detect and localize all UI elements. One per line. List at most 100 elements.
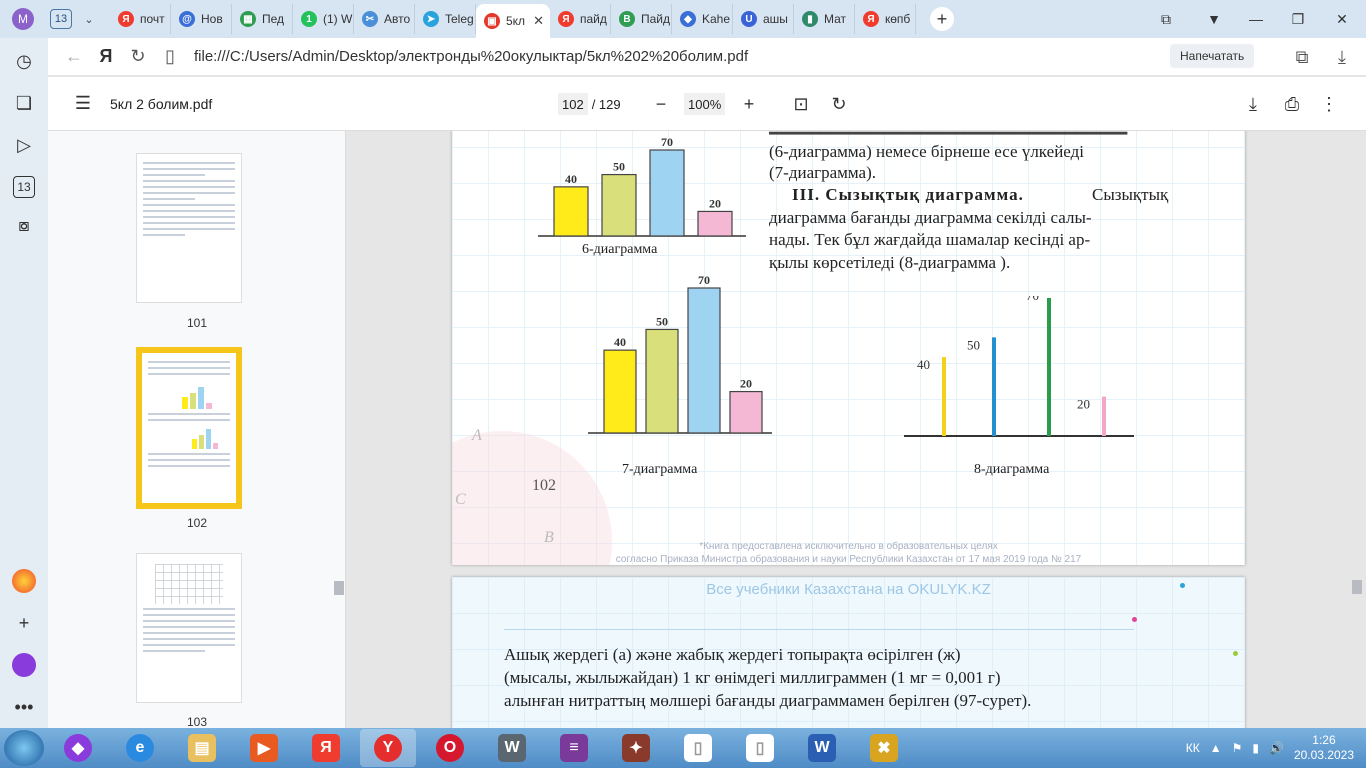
browser-tab[interactable]: ▦ Пед [232, 4, 293, 34]
browser-tab[interactable]: ➤ Teleg [415, 4, 476, 34]
flag-icon[interactable]: ⚑ [1232, 741, 1243, 755]
chevron-down-icon[interactable]: ⌄ [78, 8, 100, 30]
browser-tab[interactable]: ▣ 5кл ✕ [476, 4, 550, 38]
taskbar-explorer[interactable]: ▤ [174, 729, 230, 767]
taskbar-document-2[interactable]: ▯ [732, 729, 788, 767]
thumbnail-page-103[interactable] [136, 553, 242, 703]
browser-tab[interactable]: ✂ Авто [354, 4, 415, 34]
page-indicator: 102 / 129 [558, 93, 621, 115]
collections-icon[interactable]: ⧉ [1146, 0, 1186, 38]
page-number-input[interactable]: 102 [558, 93, 588, 115]
close-window-icon[interactable]: ✕ [1322, 0, 1362, 38]
clock-time[interactable]: 1:26 [1312, 733, 1335, 748]
new-tab-button[interactable]: + [930, 7, 954, 31]
chart-bar [729, 390, 763, 434]
chart-bar [601, 173, 637, 237]
yandex-logo-icon[interactable]: Я [90, 41, 122, 73]
taskbar-ie[interactable]: e [112, 729, 168, 767]
u-icon: U [741, 11, 757, 27]
taskbar-game[interactable]: ✖ [856, 729, 912, 767]
rotate-icon[interactable]: ↻ [824, 89, 854, 119]
browser-tab[interactable]: Якөпб [855, 4, 916, 34]
taskbar-yandex[interactable]: Я [298, 729, 354, 767]
data-label: 20 [1077, 397, 1090, 412]
taskbar-alice[interactable]: ◆ [50, 729, 106, 767]
data-label: 20 [740, 377, 752, 391]
start-button[interactable] [4, 730, 44, 766]
taskbar-opera[interactable]: O [422, 729, 478, 767]
zoom-level[interactable]: 100% [684, 93, 726, 115]
taskbar-winrar[interactable]: ≡ [546, 729, 602, 767]
page-number: 102 [532, 477, 556, 494]
downloads-icon[interactable]: ▼ [1194, 0, 1234, 38]
browser-tab[interactable]: 1 (1) W [293, 4, 354, 34]
chart-bar [553, 186, 589, 237]
close-tab-icon[interactable]: ✕ [533, 13, 544, 29]
document-scrollbar[interactable] [1352, 580, 1362, 594]
browser-tab[interactable]: B Пайд [611, 4, 672, 34]
system-tray: КК ▲ ⚑ ▮ 🔊 1:26 20.03.2023 [1186, 728, 1366, 768]
browser-tab[interactable]: Япочт [110, 4, 171, 34]
restore-icon[interactable]: ❐ [1278, 0, 1318, 38]
tab-label: Нов [201, 12, 223, 26]
taskbar-yandex-browser[interactable]: Y [360, 729, 416, 767]
menu-icon[interactable]: ☰ [68, 89, 98, 119]
fit-page-icon[interactable]: ⊡ [786, 89, 816, 119]
thumbnail-page-102[interactable] [136, 347, 242, 509]
chart-bar [687, 287, 721, 434]
browser-tab[interactable]: ◆ Kahe [672, 4, 733, 34]
url-field[interactable]: file:///C:/Users/Admin/Desktop/электронд… [194, 48, 748, 65]
browser-tab[interactable]: @ Нов [171, 4, 232, 34]
profile-avatar[interactable]: M [12, 8, 34, 30]
language-indicator[interactable]: КК [1186, 741, 1200, 755]
bookmark-icon[interactable]: ⧉ [1286, 41, 1318, 73]
download-icon[interactable]: ⤓ [1238, 89, 1268, 119]
volume-icon[interactable]: 🔊 [1269, 741, 1284, 755]
data-label: 50 [967, 337, 980, 352]
clock-date[interactable]: 20.03.2023 [1294, 748, 1354, 763]
minimize-icon[interactable]: — [1236, 0, 1276, 38]
show-hidden-icon[interactable]: ▲ [1210, 741, 1222, 755]
text-line: (7-диаграмма). [769, 163, 876, 182]
alice-icon[interactable] [9, 650, 39, 680]
browser-tab[interactable]: Uашы [733, 4, 794, 34]
taskbar-media[interactable]: ▶ [236, 729, 292, 767]
reload-icon[interactable]: ↻ [122, 41, 154, 73]
play-icon[interactable]: ▷ [9, 130, 39, 160]
taskbar-word[interactable]: W [794, 729, 850, 767]
thumbnail-label: 103 [186, 715, 208, 729]
chart-bar [697, 210, 733, 237]
address-bar: ← Я ↻ ▯ file:///C:/Users/Admin/Desktop/э… [48, 38, 1366, 76]
taskbar-wot[interactable]: W [484, 729, 540, 767]
more-options-icon[interactable]: ⋮ [1314, 89, 1344, 119]
bow-icon: ✂ [362, 11, 378, 27]
mail-at-icon: @ [179, 11, 195, 27]
print-button[interactable]: Напечатать [1170, 44, 1255, 68]
more-icon[interactable]: ••• [9, 692, 39, 722]
thumbnail-page-101[interactable] [136, 153, 242, 303]
telegram-icon: ➤ [423, 11, 439, 27]
taskbar-document-1[interactable]: ▯ [670, 729, 726, 767]
history-icon[interactable]: ◷ [9, 46, 39, 76]
network-icon[interactable]: ▮ [1252, 741, 1259, 755]
zoom-in-icon[interactable]: + [734, 89, 764, 119]
screenshot-icon[interactable]: ⧇ [9, 210, 39, 240]
tab-count-icon[interactable]: 13 [13, 176, 35, 198]
app-icon[interactable] [9, 566, 39, 596]
thumbnail-panel: 101 102 103 [48, 131, 346, 729]
pdf-page-103: Все учебники Казахстана на OKULYK.KZ Ашы… [452, 577, 1245, 728]
back-arrow-icon[interactable]: ← [58, 41, 90, 73]
text-line: қылы көрсетіледі (8-диаграмма ). [769, 253, 1011, 272]
pdf-icon: ▣ [484, 13, 500, 29]
tab-count-badge[interactable]: 13 [50, 9, 72, 29]
print-icon[interactable]: ⎙ [1277, 89, 1307, 119]
browser-tab[interactable]: ▮ Мат [794, 4, 855, 34]
whatsapp-icon: 1 [301, 11, 317, 27]
collections-icon[interactable]: ❏ [9, 88, 39, 118]
add-icon[interactable]: + [9, 608, 39, 638]
thumbnail-scrollbar[interactable] [334, 581, 344, 595]
taskbar-app[interactable]: ✦ [608, 729, 664, 767]
browser-tab[interactable]: Япайд [550, 4, 611, 34]
zoom-out-icon[interactable]: − [646, 89, 676, 119]
download-arrow-icon[interactable]: ⤓ [1326, 41, 1358, 73]
